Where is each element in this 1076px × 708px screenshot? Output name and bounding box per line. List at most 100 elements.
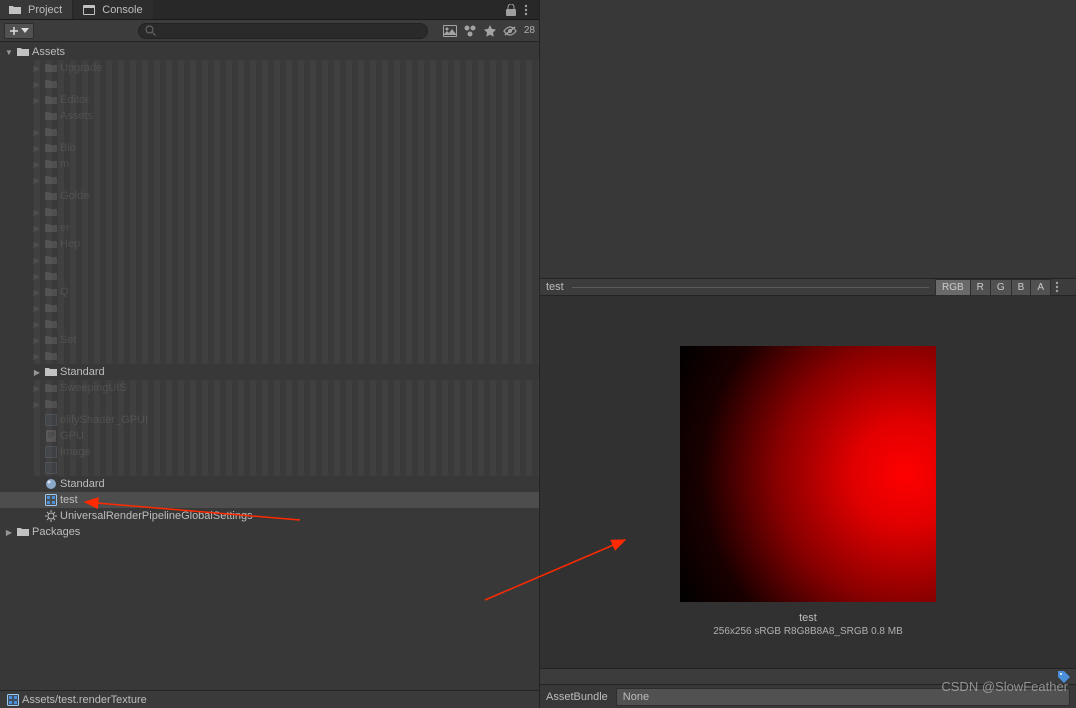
tree-label: Assets — [32, 46, 65, 58]
expand-arrow-icon[interactable]: ▼ — [4, 48, 14, 57]
tree-row[interactable]: ▶ — [0, 124, 539, 140]
tree-row[interactable]: ▶ Editor — [0, 92, 539, 108]
expand-arrow-icon[interactable]: ▶ — [32, 352, 42, 361]
expand-arrow-icon[interactable]: ▶ — [32, 384, 42, 393]
expand-arrow-icon[interactable]: ▶ — [32, 272, 42, 281]
folder-icon — [44, 93, 58, 107]
expand-arrow-icon[interactable]: ▶ — [32, 160, 42, 169]
tree-row[interactable]: Image — [0, 444, 539, 460]
folder-icon — [44, 253, 58, 267]
tree-row[interactable]: test — [0, 492, 539, 508]
tree-row[interactable]: ▶Q — [0, 284, 539, 300]
folder-icon — [44, 365, 58, 379]
preview-empty-area — [540, 0, 1076, 278]
expand-arrow-icon[interactable]: ▶ — [32, 240, 42, 249]
kebab-menu-icon[interactable] — [1055, 281, 1067, 293]
asset-tree[interactable]: ▼Assets▶Upgrade▶▶EditorAssets▶▶Blo▶m▶Gol… — [0, 42, 539, 690]
expand-arrow-icon[interactable]: ▶ — [32, 64, 42, 73]
folder-icon — [44, 237, 58, 251]
tree-row[interactable]: ▶ Hep — [0, 236, 539, 252]
rendertexture-icon — [6, 693, 20, 707]
expand-arrow-icon[interactable]: ▶ — [32, 304, 42, 313]
channel-a-button[interactable]: A — [1031, 279, 1051, 296]
lock-icon[interactable] — [506, 4, 518, 16]
tree-row[interactable]: Standard — [0, 476, 539, 492]
tree-row[interactable]: ▶ — [0, 252, 539, 268]
expand-arrow-icon[interactable]: ▶ — [32, 96, 42, 105]
tab-console[interactable]: Console — [74, 0, 152, 19]
kebab-menu-icon[interactable] — [524, 4, 536, 16]
tree-row[interactable]: ▶Standard — [0, 364, 539, 380]
status-path: Assets/test.renderTexture — [22, 694, 147, 706]
tree-row[interactable]: ▶ — [0, 396, 539, 412]
assetbundle-value: None — [623, 691, 649, 703]
expand-arrow-icon[interactable]: ▶ — [32, 336, 42, 345]
tree-row[interactable]: GPU — [0, 428, 539, 444]
tree-row[interactable]: ▶ SweepingUIS — [0, 380, 539, 396]
channel-g-button[interactable]: G — [991, 279, 1012, 296]
tree-label: SweepingUIS — [60, 382, 127, 394]
tree-row[interactable]: ▶ — [0, 204, 539, 220]
expand-arrow-icon[interactable]: ▶ — [32, 320, 42, 329]
tree-row[interactable]: ▶m — [0, 156, 539, 172]
tree-row[interactable]: ▶ — [0, 268, 539, 284]
expand-arrow-icon[interactable]: ▶ — [32, 144, 42, 153]
folder-icon — [8, 3, 22, 17]
expand-arrow-icon[interactable]: ▶ — [32, 80, 42, 89]
tree-label: Upgrade — [60, 62, 102, 74]
tree-label: Blo — [60, 142, 76, 154]
tree-row[interactable] — [0, 460, 539, 476]
tree-row[interactable]: ▶ — [0, 76, 539, 92]
tree-row[interactable]: ▶ — [0, 172, 539, 188]
divider — [572, 287, 929, 288]
expand-arrow-icon[interactable]: ▶ — [4, 528, 14, 537]
create-button[interactable] — [4, 23, 34, 39]
inspector-preview: test RGB R G B A test 256x256 sRGB R8G8B… — [540, 0, 1076, 708]
expand-arrow-icon[interactable]: ▶ — [32, 224, 42, 233]
texture-info: 256x256 sRGB R8G8B8A8_SRGB 0.8 MB — [713, 626, 903, 637]
channel-r-button[interactable]: R — [971, 279, 991, 296]
tree-row[interactable]: ▶ Upgrade — [0, 60, 539, 76]
tree-label: Editor — [60, 94, 89, 106]
tree-label: Q — [60, 286, 69, 298]
tree-row[interactable]: UniversalRenderPipelineGlobalSettings — [0, 508, 539, 524]
folder-icon — [44, 141, 58, 155]
channel-rgb-button[interactable]: RGB — [935, 279, 971, 296]
expand-arrow-icon[interactable]: ▶ — [32, 128, 42, 137]
search-input[interactable] — [138, 23, 428, 39]
tree-row[interactable]: ▶ Blo — [0, 140, 539, 156]
tree-row[interactable]: ▼ Assets — [0, 44, 539, 60]
tab-project[interactable]: Project — [0, 0, 72, 19]
filter-by-type-icon[interactable] — [442, 24, 458, 38]
tree-row[interactable]: ▶ — [0, 348, 539, 364]
channel-b-button[interactable]: B — [1012, 279, 1032, 296]
expand-arrow-icon[interactable]: ▶ — [32, 400, 42, 409]
rendertexture-icon — [44, 493, 58, 507]
favorite-icon[interactable] — [482, 24, 498, 38]
hidden-count: 28 — [524, 25, 535, 36]
material-icon — [44, 477, 58, 491]
tree-row[interactable]: olifyShader_GPUI — [0, 412, 539, 428]
script-icon — [44, 429, 58, 443]
expand-arrow-icon[interactable]: ▶ — [32, 256, 42, 265]
expand-arrow-icon[interactable]: ▶ — [32, 368, 42, 377]
tree-row[interactable]: ▶ — [0, 300, 539, 316]
filter-by-label-icon[interactable] — [462, 24, 478, 38]
tree-row[interactable]: Assets — [0, 108, 539, 124]
tree-row[interactable]: ▶ — [0, 316, 539, 332]
tree-label: Hep — [60, 238, 80, 250]
tab-label: Project — [28, 4, 62, 16]
preview-header: test RGB R G B A — [540, 278, 1076, 296]
tree-row[interactable]: ▶Packages — [0, 524, 539, 540]
hidden-icon[interactable] — [502, 24, 518, 38]
tree-label: Assets — [60, 110, 93, 122]
expand-arrow-icon[interactable]: ▶ — [32, 208, 42, 217]
assetbundle-label: AssetBundle — [546, 691, 608, 703]
tree-row[interactable]: ▶er — [0, 220, 539, 236]
expand-arrow-icon[interactable]: ▶ — [32, 288, 42, 297]
tree-row[interactable]: Golde — [0, 188, 539, 204]
expand-arrow-icon[interactable]: ▶ — [32, 176, 42, 185]
tree-label: Standard — [60, 478, 105, 490]
tab-bar: Project Console — [0, 0, 539, 20]
tree-row[interactable]: ▶Set — [0, 332, 539, 348]
